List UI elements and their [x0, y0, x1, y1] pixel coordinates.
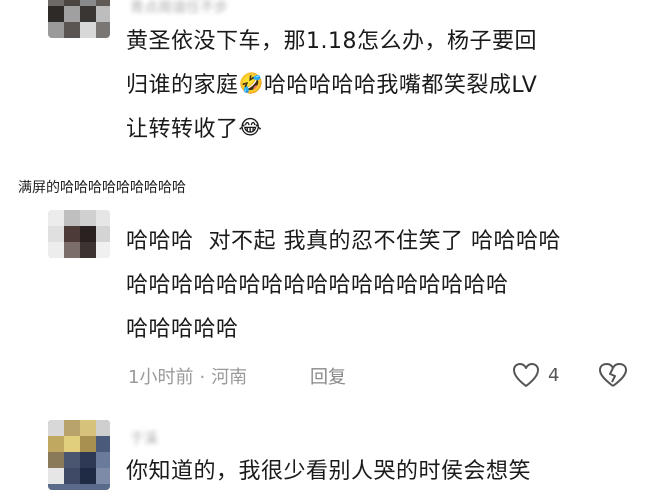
comment-text: 你知道的，我很少看别人哭的时侯会想笑: [126, 450, 646, 494]
avatar[interactable]: [48, 210, 110, 258]
comment-username[interactable]: 青点阁谐任不步: [130, 0, 228, 17]
comment-username[interactable]: 于溪: [130, 428, 158, 448]
comment-line-segment: 归谁的家庭: [126, 73, 239, 98]
comment-line: 哈哈哈哈哈: [126, 317, 239, 342]
comment-line: 哈哈哈哈哈哈哈哈哈哈哈哈哈哈哈哈哈: [126, 273, 509, 298]
tears-of-joy-emoji-icon: 😂: [238, 115, 263, 139]
avatar[interactable]: [48, 0, 110, 38]
comment-line: 归谁的家庭🤣哈哈哈哈哈我嘴都笑裂成LV: [126, 64, 646, 108]
post-caption: 满屏的哈哈哈哈哈哈哈哈哈: [18, 180, 186, 196]
comment-line: 让转转收了😂: [126, 108, 646, 152]
rolling-laugh-emoji-icon: 🤣: [238, 71, 264, 95]
comment-line: 哈哈哈 对不起 我真的忍不住笑了 哈哈哈哈: [126, 229, 561, 254]
meta-separator: ·: [199, 367, 206, 388]
like-count: 4: [548, 364, 560, 386]
comment-time: 1小时前: [128, 367, 194, 388]
dislike-button[interactable]: [598, 362, 628, 392]
comment-text: 黄圣依没下车，那1.18怎么办，杨子要回 归谁的家庭🤣哈哈哈哈哈我嘴都笑裂成LV…: [126, 20, 646, 152]
like-button[interactable]: 4: [512, 362, 559, 388]
comment-location: 河南: [211, 367, 248, 388]
heart-icon: [513, 363, 539, 387]
comment-line-segment: 哈哈哈哈哈我嘴都笑裂成LV: [263, 73, 538, 98]
comment-line: 黄圣依没下车，那1.18怎么办，杨子要回: [126, 29, 537, 54]
comment-line-segment: 让转转收了: [126, 117, 239, 142]
reply-button[interactable]: 回复: [310, 363, 346, 389]
comment-line: 你知道的，我很少看别人哭的时侯会想笑: [126, 459, 532, 484]
comment-text: 哈哈哈 对不起 我真的忍不住笑了 哈哈哈哈 哈哈哈哈哈哈哈哈哈哈哈哈哈哈哈哈哈 …: [126, 220, 646, 352]
broken-heart-icon: [599, 363, 627, 387]
comment-meta: 1小时前 · 河南: [128, 363, 247, 389]
avatar[interactable]: [48, 420, 110, 490]
